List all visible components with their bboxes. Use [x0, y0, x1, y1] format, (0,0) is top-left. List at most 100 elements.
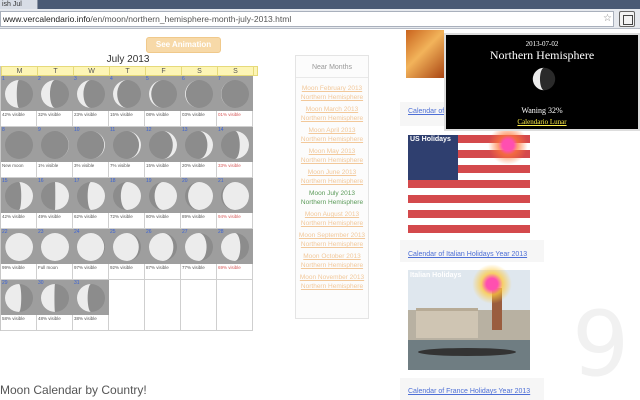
moon-lit-part [87, 182, 105, 210]
near-month-link[interactable]: Moon May 2013 Northern Hemisphere [296, 147, 368, 165]
visibility-label: 42% visible [2, 112, 25, 117]
day-cell[interactable]: 16 49% visible [37, 178, 73, 229]
moon-tile [145, 76, 181, 111]
day-cell[interactable]: 15 42% visible [1, 178, 37, 229]
visibility-label: 48% visible [38, 316, 61, 321]
empty-day-cell [145, 280, 181, 331]
moon-lit-part [188, 182, 213, 210]
day-number: 4 [110, 76, 113, 82]
url-host: www.vercalendario.info [3, 14, 91, 24]
day-cell[interactable]: 4 15% visible [109, 76, 145, 127]
day-cell[interactable]: 25 92% visible [109, 229, 145, 280]
day-cell[interactable]: 28 69% visible [217, 229, 253, 280]
day-cell[interactable]: 21 94% visible [217, 178, 253, 229]
near-month-current[interactable]: Moon July 2013 Northern Hemisphere [296, 189, 368, 207]
day-number: 26 [146, 229, 152, 235]
day-cell[interactable]: 10 3% visible [73, 127, 109, 178]
near-months-list: Moon February 2013 Northern Hemisphere Mo… [296, 78, 368, 291]
sidebar-top-image[interactable] [406, 30, 444, 78]
browser-tab[interactable]: ish Jul [0, 0, 38, 9]
weekday-header: MTWTFSS [1, 66, 258, 76]
visibility-label: 77% visible [182, 265, 205, 270]
moon-calendar-by-country-heading: Moon Calendar by Country! [0, 383, 147, 397]
near-month-link[interactable]: Moon June 2013 Northern Hemisphere [296, 168, 368, 186]
day-cell[interactable]: 27 77% visible [181, 229, 217, 280]
browser-toolbar: www.vercalendario.info/en/moon/northern_… [0, 9, 640, 29]
day-cell[interactable]: 23 Full moon [37, 229, 73, 280]
near-month-link[interactable]: Moon October 2013 Northern Hemisphere [296, 252, 368, 270]
day-cell[interactable]: 11 7% visible [109, 127, 145, 178]
weekday-label: M [2, 67, 38, 75]
moon-lit-part [149, 233, 174, 261]
calendario-lunar-link[interactable]: Calendario Lunar [446, 118, 638, 126]
day-number: 2 [38, 76, 41, 82]
empty-day-cell [217, 280, 253, 331]
moon-lit-part [154, 182, 177, 210]
moon-lit-part [5, 233, 33, 261]
day-number: 19 [146, 178, 152, 184]
italian-holidays-image[interactable]: Italian Holidays [408, 264, 530, 370]
day-number: 13 [182, 127, 188, 133]
day-cell[interactable]: 29 58% visible [1, 280, 37, 331]
weekday-label: S [182, 67, 218, 75]
address-bar[interactable]: www.vercalendario.info/en/moon/northern_… [0, 11, 614, 27]
near-month-link[interactable]: Moon November 2013 Northern Hemisphere [296, 273, 368, 291]
moon-phase-icon [41, 182, 69, 210]
visibility-label: 69% visible [218, 265, 241, 270]
day-cell[interactable]: 17 62% visible [73, 178, 109, 229]
bookmark-star-icon[interactable]: ☆ [603, 12, 612, 26]
day-cell[interactable]: 22 99% visible [1, 229, 37, 280]
day-cell[interactable]: 31 38% visible [73, 280, 109, 331]
visibility-label: 80% visible [146, 214, 169, 219]
day-cell[interactable]: 18 72% visible [109, 178, 145, 229]
see-animation-button[interactable]: See Animation [146, 37, 221, 53]
day-cell[interactable]: 9 1% visible [37, 127, 73, 178]
day-cell[interactable]: 7 01% visible [217, 76, 253, 127]
near-month-link[interactable]: Moon August 2013 Northern Hemisphere [296, 210, 368, 228]
near-month-link[interactable]: Moon September 2013 Northern Hemisphere [296, 231, 368, 249]
moon-phase-icon [77, 80, 105, 108]
near-month-link[interactable]: Moon March 2013 Northern Hemisphere [296, 105, 368, 123]
visibility-label: Full moon [38, 265, 58, 270]
day-number: 27 [182, 229, 188, 235]
moon-calendar: MTWTFSS 1 42% visible 2 32% visible 3 23% vis… [0, 66, 258, 331]
weekday-label: S [218, 67, 254, 75]
visibility-label: 08% visible [146, 112, 169, 117]
extension-icon[interactable] [619, 11, 635, 27]
visibility-label: 32% visible [38, 112, 61, 117]
near-month-link[interactable]: Moon February 2013 Northern Hemisphere [296, 84, 368, 102]
moon-phase-icon [185, 233, 213, 261]
day-cell[interactable]: 2 32% visible [37, 76, 73, 127]
moon-lit-part [41, 284, 55, 312]
moon-lit-part [5, 284, 22, 312]
us-holidays-image[interactable]: US Holidays [408, 125, 530, 235]
day-number: 1 [2, 76, 5, 82]
day-cell[interactable]: 24 97% visible [73, 229, 109, 280]
day-number: 23 [38, 229, 44, 235]
moon-phase-icon [113, 80, 141, 108]
italian-holidays-link[interactable]: Calendar of Italian Holidays Year 2013 [408, 251, 527, 258]
moon-tile [1, 127, 37, 162]
day-cell[interactable]: 26 87% visible [145, 229, 181, 280]
day-cell[interactable]: 6 03% visible [181, 76, 217, 127]
visibility-label: 23% visible [74, 112, 97, 117]
sidebar-link-calendar[interactable]: Calendar of [408, 108, 444, 115]
day-cell[interactable]: 19 80% visible [145, 178, 181, 229]
day-cell[interactable]: 1 42% visible [1, 76, 37, 127]
day-cell[interactable]: 30 48% visible [37, 280, 73, 331]
day-cell[interactable]: 20 89% visible [181, 178, 217, 229]
france-holidays-link[interactable]: Calendar of France Holidays Year 2013 [408, 388, 530, 395]
day-cell[interactable]: 3 23% visible [73, 76, 109, 127]
day-cell[interactable]: 5 08% visible [145, 76, 181, 127]
popup-phase: Waning 32% [521, 106, 563, 115]
day-cell[interactable]: 13 20% visible [181, 127, 217, 178]
empty-day-cell [181, 280, 217, 331]
day-number: 3 [74, 76, 77, 82]
moon-lit-part [120, 182, 141, 210]
day-cell[interactable]: 8 New moon [1, 127, 37, 178]
visibility-label: 49% visible [38, 214, 61, 219]
near-month-link[interactable]: Moon April 2013 Northern Hemisphere [296, 126, 368, 144]
moon-phase-icon [185, 182, 213, 210]
day-cell[interactable]: 14 33% visible [217, 127, 253, 178]
day-cell[interactable]: 12 15% visible [145, 127, 181, 178]
